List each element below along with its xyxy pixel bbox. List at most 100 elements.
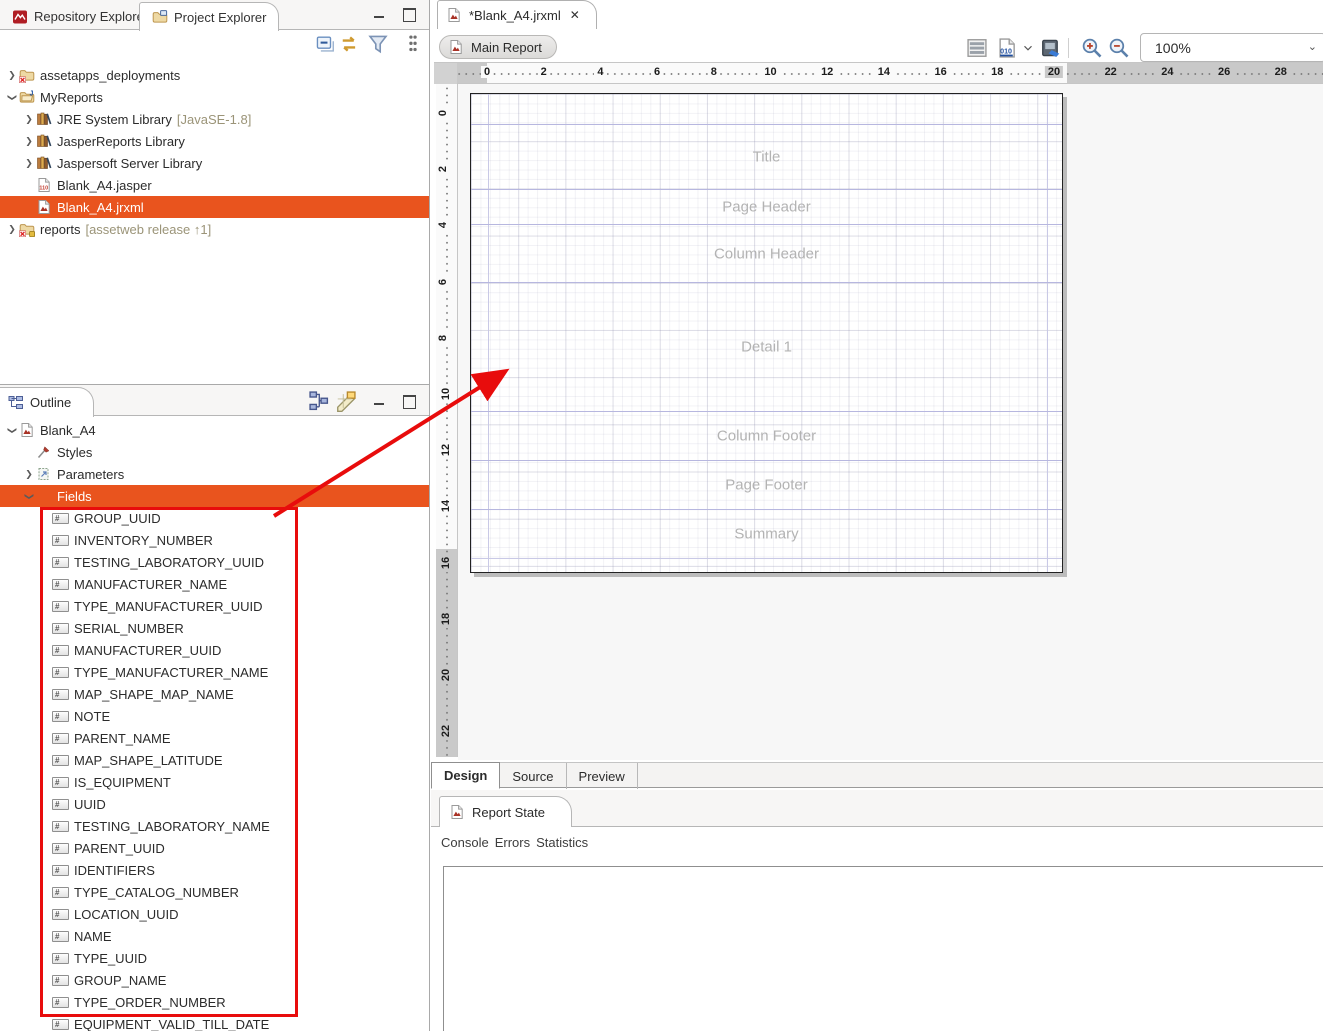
field-item-parent_name[interactable]: #PARENT_NAME xyxy=(0,727,429,749)
tab-report-state[interactable]: Report State xyxy=(439,796,572,827)
zoom-out-icon[interactable] xyxy=(1108,38,1130,58)
chevron-collapsed-icon[interactable]: ❯ xyxy=(22,114,36,125)
outline-item-fields[interactable]: ❯Fields xyxy=(0,485,429,507)
left-panel: Repository Explorer Project Explorer ❯as… xyxy=(0,0,430,1031)
tree-item-blank-a4-jasper[interactable]: 110Blank_A4.jasper xyxy=(0,174,429,196)
chevron-collapsed-icon[interactable]: ❯ xyxy=(22,469,36,480)
chevron-expanded-icon[interactable]: ❯ xyxy=(7,90,18,104)
tree-item-reports[interactable]: ❯reports[assetweb release ↑1] xyxy=(0,218,429,240)
view-menu-icon[interactable] xyxy=(402,33,424,55)
tab-design[interactable]: Design xyxy=(431,762,500,789)
tab-repository-explorer[interactable]: Repository Explorer xyxy=(0,3,160,30)
field-item-name[interactable]: #NAME xyxy=(0,925,429,947)
band-summary[interactable]: Summary xyxy=(471,509,1062,558)
field-label: MAP_SHAPE_MAP_NAME xyxy=(74,687,234,702)
parameters-icon xyxy=(36,466,52,482)
chevron-expanded-icon[interactable]: ❯ xyxy=(7,423,18,437)
editor-tab[interactable]: *Blank_A4.jrxml ✕ xyxy=(437,0,597,29)
tree-item-blank-a4-jrxml[interactable]: Blank_A4.jrxml xyxy=(0,196,429,218)
field-item-group_uuid[interactable]: #GROUP_UUID xyxy=(0,507,429,529)
band-properties-icon[interactable] xyxy=(966,38,988,58)
export-report-icon[interactable] xyxy=(1040,38,1062,58)
field-item-type_manufacturer_uuid[interactable]: #TYPE_MANUFACTURER_UUID xyxy=(0,595,429,617)
maximize-icon[interactable] xyxy=(401,394,417,408)
field-item-testing_laboratory_uuid[interactable]: #TESTING_LABORATORY_UUID xyxy=(0,551,429,573)
band-page-header[interactable]: Page Header xyxy=(471,189,1062,224)
chevron-expanded-icon[interactable]: ❯ xyxy=(24,489,35,503)
report-page[interactable]: TitlePage Header Column Header Detail 1Col… xyxy=(470,93,1063,573)
chevron-down-icon[interactable] xyxy=(1021,38,1035,58)
filter-icon[interactable] xyxy=(367,33,389,55)
field-item-manufacturer_name[interactable]: #MANUFACTURER_NAME xyxy=(0,573,429,595)
show-designer-icon[interactable] xyxy=(335,390,357,412)
band-label: Column Header xyxy=(471,245,1062,262)
ruler-h-label: 8 xyxy=(708,66,720,78)
tab-source[interactable]: Source xyxy=(500,763,566,789)
tree-item-jaspersoft-server-library[interactable]: ❯Jaspersoft Server Library xyxy=(0,152,429,174)
field-item-group_name[interactable]: #GROUP_NAME xyxy=(0,969,429,991)
field-item-map_shape_latitude[interactable]: #MAP_SHAPE_LATITUDE xyxy=(0,749,429,771)
field-icon: # xyxy=(52,755,69,766)
tab-preview[interactable]: Preview xyxy=(567,763,638,789)
field-item-inventory_number[interactable]: #INVENTORY_NUMBER xyxy=(0,529,429,551)
maximize-icon[interactable] xyxy=(401,7,417,21)
field-item-serial_number[interactable]: #SERIAL_NUMBER xyxy=(0,617,429,639)
main-report-breadcrumb[interactable]: Main Report xyxy=(439,35,557,59)
zoom-level-combobox[interactable]: 100% ⌄ xyxy=(1140,33,1323,62)
ruler-v-label: 14 xyxy=(440,497,452,515)
field-item-manufacturer_uuid[interactable]: #MANUFACTURER_UUID xyxy=(0,639,429,661)
field-item-type_uuid[interactable]: #TYPE_UUID xyxy=(0,947,429,969)
errors-link[interactable]: Errors xyxy=(495,835,530,850)
outline-item-blank-a4[interactable]: ❯Blank_A4 xyxy=(0,419,429,441)
chevron-collapsed-icon[interactable]: ❯ xyxy=(5,70,19,81)
chevron-collapsed-icon[interactable]: ❯ xyxy=(5,224,19,235)
band-column-footer[interactable]: Column Footer xyxy=(471,411,1062,460)
statistics-link[interactable]: Statistics xyxy=(536,835,588,850)
zoom-in-icon[interactable] xyxy=(1081,38,1103,58)
compile-report-icon[interactable]: 010 xyxy=(996,38,1018,58)
field-item-map_shape_map_name[interactable]: #MAP_SHAPE_MAP_NAME xyxy=(0,683,429,705)
field-item-identifiers[interactable]: #IDENTIFIERS xyxy=(0,859,429,881)
console-output[interactable] xyxy=(443,866,1323,1031)
field-item-type_catalog_number[interactable]: #TYPE_CATALOG_NUMBER xyxy=(0,881,429,903)
collapse-all-icon[interactable] xyxy=(314,33,336,55)
chevron-collapsed-icon[interactable]: ❯ xyxy=(22,158,36,169)
minimize-icon[interactable] xyxy=(372,394,388,408)
field-item-note[interactable]: #NOTE xyxy=(0,705,429,727)
close-icon[interactable]: ✕ xyxy=(568,8,582,22)
field-label: PARENT_UUID xyxy=(74,841,165,856)
tree-item-label: Blank_A4.jrxml xyxy=(57,200,144,215)
tree-item-myreports[interactable]: ❯JMyReports xyxy=(0,86,429,108)
design-canvas[interactable]: TitlePage Header Column Header Detail 1Col… xyxy=(458,84,1323,760)
outline-item-parameters[interactable]: ❯Parameters xyxy=(0,463,429,485)
field-item-equipment_valid_till_date[interactable]: #EQUIPMENT_VALID_TILL_DATE xyxy=(0,1013,429,1031)
field-item-is_equipment[interactable]: #IS_EQUIPMENT xyxy=(0,771,429,793)
field-item-type_manufacturer_name[interactable]: #TYPE_MANUFACTURER_NAME xyxy=(0,661,429,683)
chevron-collapsed-icon[interactable]: ❯ xyxy=(22,136,36,147)
console-link[interactable]: Console xyxy=(441,835,489,850)
toolbar-separator xyxy=(1068,38,1069,58)
tab-outline[interactable]: Outline xyxy=(0,387,94,417)
minimize-icon[interactable] xyxy=(372,7,388,21)
jasper-project-icon: J xyxy=(19,89,35,105)
tree-item-jre-system-library[interactable]: ❯JRE System Library[JavaSE-1.8] xyxy=(0,108,429,130)
link-with-editor-icon[interactable] xyxy=(340,33,362,55)
field-item-parent_uuid[interactable]: #PARENT_UUID xyxy=(0,837,429,859)
band-detail-1[interactable]: Detail 1 xyxy=(471,282,1062,411)
tree-item-assetapps-deployments[interactable]: ❯assetapps_deployments xyxy=(0,64,429,86)
report-state-title: Report State xyxy=(472,805,545,820)
fields-list: #GROUP_UUID#INVENTORY_NUMBER#TESTING_LAB… xyxy=(0,507,429,1031)
band-title[interactable]: Title xyxy=(471,124,1062,189)
expand-tree-icon[interactable] xyxy=(308,390,330,412)
band-column-header[interactable]: Column Header xyxy=(471,224,1062,282)
report-file-icon xyxy=(449,804,465,820)
tab-project-explorer[interactable]: Project Explorer xyxy=(139,2,279,31)
field-item-location_uuid[interactable]: #LOCATION_UUID xyxy=(0,903,429,925)
ruler-v-label: 20 xyxy=(440,666,452,684)
tree-item-jasperreports-library[interactable]: ❯JasperReports Library xyxy=(0,130,429,152)
field-item-testing_laboratory_name[interactable]: #TESTING_LABORATORY_NAME xyxy=(0,815,429,837)
field-item-type_order_number[interactable]: #TYPE_ORDER_NUMBER xyxy=(0,991,429,1013)
band-page-footer[interactable]: Page Footer xyxy=(471,460,1062,509)
outline-item-styles[interactable]: Styles xyxy=(0,441,429,463)
field-item-uuid[interactable]: #UUID xyxy=(0,793,429,815)
